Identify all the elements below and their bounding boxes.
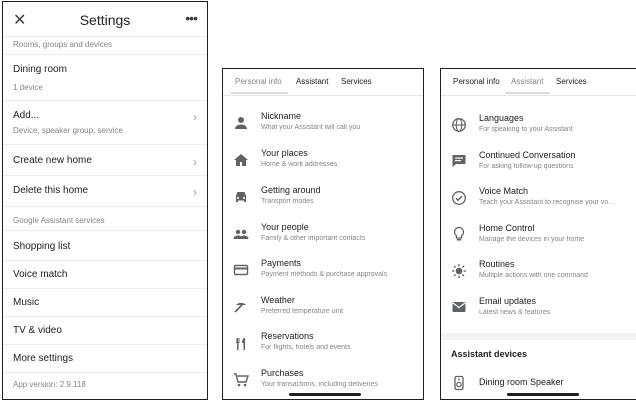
page-title: Settings	[79, 12, 131, 28]
email-updates-title[interactable]: Email updates	[479, 296, 536, 306]
home-icon	[234, 154, 248, 166]
globe-icon	[452, 118, 466, 132]
divider	[3, 344, 207, 345]
chevron-right-icon: ›	[193, 155, 197, 169]
restaurant-icon	[236, 338, 245, 350]
add-label: Add...	[13, 110, 40, 121]
tab-services[interactable]: Services	[341, 77, 372, 86]
tab-personal-info[interactable]: Personal info	[453, 77, 500, 86]
chat-icon	[452, 155, 466, 167]
create-home-item[interactable]: Create new home ›	[13, 155, 197, 169]
your-people-title[interactable]: Your people	[261, 222, 309, 232]
divider	[3, 230, 207, 231]
mail-icon	[452, 302, 466, 312]
continued-conversation-subtitle: For asking follow-up questions	[479, 163, 574, 170]
create-home-label: Create new home	[13, 155, 92, 166]
weather-subtitle: Preferred temperature unit	[261, 308, 344, 315]
add-subtitle: Device, speaker group, service	[13, 126, 123, 135]
tv-video-item[interactable]: TV & video	[13, 325, 197, 336]
weather-title[interactable]: Weather	[261, 295, 295, 305]
routines-icon	[452, 264, 466, 278]
languages-title[interactable]: Languages	[479, 113, 524, 123]
voice-match-subtitle: Teach your Assistant to recognise your v…	[479, 199, 615, 206]
routines-title[interactable]: Routines	[479, 259, 515, 269]
music-item[interactable]: Music	[13, 297, 197, 308]
divider	[3, 316, 207, 317]
settings-header: ✕ Settings •••	[3, 2, 207, 37]
people-icon	[233, 229, 249, 239]
dining-room-speaker[interactable]: Dining room Speaker	[479, 377, 564, 387]
tab-assistant[interactable]: Assistant	[296, 77, 328, 86]
divider	[3, 372, 207, 373]
home-control-title[interactable]: Home Control	[479, 223, 535, 233]
chevron-right-icon: ›	[193, 110, 197, 124]
dining-room-label: Dining room	[13, 64, 67, 75]
rooms-caption: Rooms, groups and devices	[13, 40, 113, 49]
chevron-right-icon: ›	[193, 185, 197, 199]
getting-around-subtitle: Transport modes	[261, 198, 314, 205]
languages-subtitle: For speaking to your Assistant	[479, 126, 573, 133]
your-places-title[interactable]: Your places	[261, 148, 308, 158]
divider	[3, 54, 207, 55]
delete-home-label: Delete this home	[13, 185, 89, 196]
purchases-subtitle: Your transactions, including deliveries	[261, 381, 378, 388]
settings-screen: ✕ Settings ••• Rooms, groups and devices…	[2, 1, 208, 400]
shopping-list-item[interactable]: Shopping list	[13, 241, 197, 252]
dining-room-item[interactable]: Dining room 1 device	[13, 64, 197, 94]
person-icon	[235, 117, 247, 129]
payments-title[interactable]: Payments	[261, 258, 301, 268]
home-control-subtitle: Manage the devices in your home	[479, 236, 585, 243]
voice-match-item[interactable]: Voice match	[13, 269, 197, 280]
divider	[3, 288, 207, 289]
dining-room-count: 1 device	[13, 83, 43, 92]
your-people-subtitle: Family & other important contacts	[261, 235, 366, 242]
reservations-title[interactable]: Reservations	[261, 331, 314, 341]
continued-conversation-title[interactable]: Continued Conversation	[479, 150, 576, 160]
nickname-title[interactable]: Nickname	[261, 111, 301, 121]
divider	[3, 175, 207, 176]
card-icon	[233, 264, 249, 276]
your-places-subtitle: Home & work addresses	[261, 161, 338, 168]
nickname-subtitle: What your Assistant will call you	[261, 124, 361, 131]
voice-match-icon	[452, 191, 466, 205]
voice-match-title[interactable]: Voice Match	[479, 186, 528, 196]
assistant-screen: Personal info Assistant Services Languag…	[440, 68, 636, 400]
more-settings-item[interactable]: More settings	[13, 353, 197, 364]
reservations-subtitle: For flights, hotels and events	[261, 344, 351, 351]
home-indicator[interactable]	[289, 393, 361, 396]
tab-bar: Personal info Assistant Services	[441, 69, 636, 96]
purchases-title[interactable]: Purchases	[261, 368, 304, 378]
app-version: App version: 2.9.118	[13, 380, 86, 389]
assistant-devices-header: Assistant devices	[451, 349, 528, 359]
divider	[3, 206, 207, 207]
more-options-icon[interactable]: •••	[185, 10, 198, 26]
personal-info-screen: Personal info Assistant Services Nicknam…	[222, 68, 424, 400]
email-updates-subtitle: Latest news & features	[479, 309, 551, 316]
car-icon	[236, 192, 246, 202]
delete-home-item[interactable]: Delete this home ›	[13, 185, 197, 199]
divider	[3, 260, 207, 261]
speaker-icon	[454, 375, 464, 391]
routines-subtitle: Multiple actions with one command	[479, 272, 588, 279]
services-caption: Google Assistant services	[13, 216, 105, 225]
lightbulb-icon	[453, 226, 465, 241]
getting-around-title[interactable]: Getting around	[261, 185, 321, 195]
add-item[interactable]: Add... Device, speaker group, service ›	[13, 110, 197, 140]
active-tab-indicator	[505, 92, 550, 94]
section-divider	[441, 333, 636, 340]
weather-icon	[234, 302, 246, 313]
home-indicator[interactable]	[507, 393, 579, 396]
tab-services[interactable]: Services	[556, 77, 587, 86]
tab-assistant[interactable]: Assistant	[511, 77, 543, 86]
divider	[3, 144, 207, 145]
cart-icon	[234, 373, 249, 387]
payments-subtitle: Payment methods & purchase approvals	[261, 271, 388, 278]
tab-personal-info[interactable]: Personal info	[235, 77, 282, 86]
divider	[3, 100, 207, 101]
tab-bar: Personal info Assistant Services	[223, 69, 423, 96]
active-tab-indicator	[231, 92, 288, 94]
